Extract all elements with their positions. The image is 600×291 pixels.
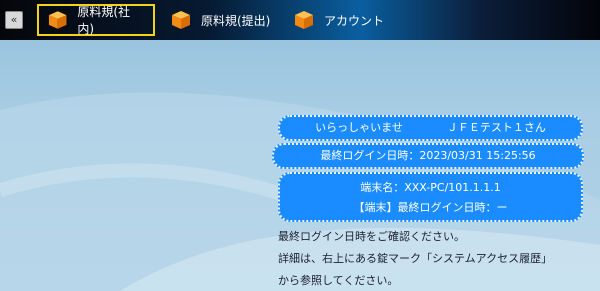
top-navigation-bar: « 原料規(社内) 原料規(提出) アカウント [0,0,600,40]
terminal-login-status-text: 【端末】最終ログイン日時：ー [353,201,508,214]
terminal-info-badge: 端末名：XXX-PC/101.1.1.1 【端末】最終ログイン日時：ー [278,172,583,222]
box-icon [172,11,190,29]
notice-line-2: 詳細は、右上にある錠マーク「システムアクセス履歴」 [278,252,553,265]
menu-item-label: 原料規(提出) [201,13,271,28]
menu-item-ingredients-internal[interactable]: 原料規(社内) [37,4,155,36]
collapse-menu-button[interactable]: « [5,11,23,29]
box-icon [295,11,313,29]
menu-item-account[interactable]: アカウント [285,4,392,36]
menu-item-label: 原料規(社内) [77,5,131,36]
last-login-badge: 最終ログイン日時：2023/03/31 15:25:56 [272,143,584,169]
box-icon [48,11,67,29]
notice-line-3: から参照してください。 [278,274,399,287]
menu-item-ingredients-submitted[interactable]: 原料規(提出) [162,4,278,36]
menu-item-label: アカウント [324,13,385,28]
terminal-name-text: 端末名：XXX-PC/101.1.1.1 [360,181,501,194]
notice-line-1: 最終ログイン日時をご確認ください。 [278,230,465,243]
welcome-greeting-badge: いらっしゃいませ ＪＦＥテスト１さん [278,115,583,141]
